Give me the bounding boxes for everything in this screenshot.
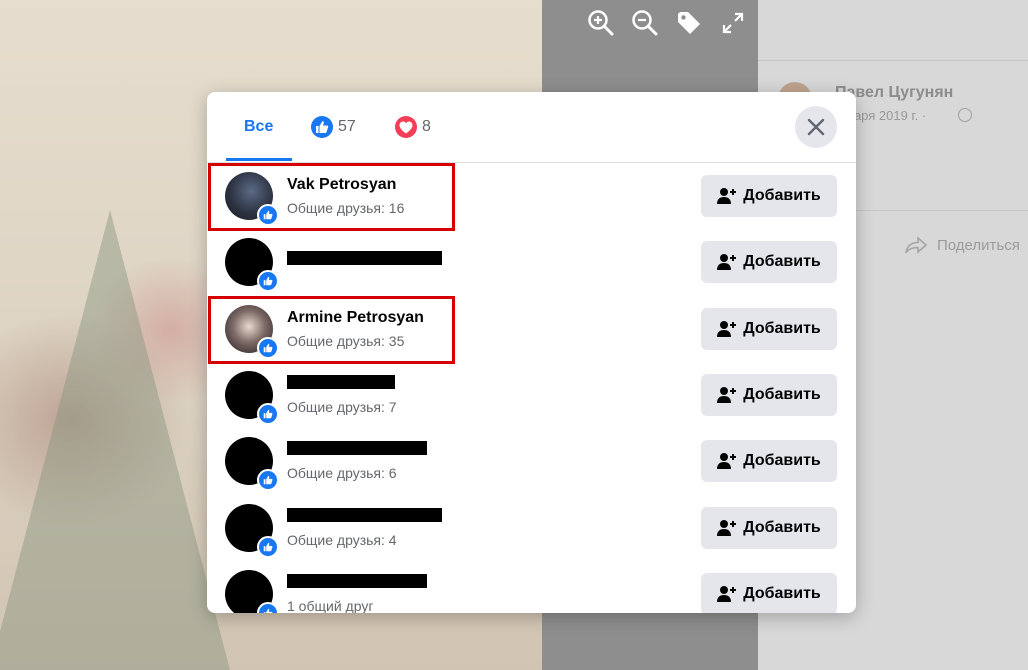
list-item: Добавить (207, 229, 856, 295)
add-friend-icon (717, 520, 737, 536)
active-tab-indicator (226, 158, 292, 161)
add-friend-label: Добавить (743, 320, 821, 337)
like-badge-icon (257, 602, 279, 613)
tab-all[interactable]: Все (244, 114, 273, 140)
add-friend-icon (717, 453, 737, 469)
highlight-box (208, 163, 455, 231)
like-icon (311, 116, 333, 138)
add-friend-button[interactable]: Добавить (701, 308, 837, 350)
like-badge-icon (257, 469, 279, 491)
reaction-tabs: Все 57 8 (207, 92, 856, 163)
list-item: Общие друзья: 7 Добавить (207, 362, 856, 428)
like-badge-icon (257, 270, 279, 292)
redacted-name (287, 375, 395, 389)
add-friend-icon (717, 387, 737, 403)
zoom-out-icon (632, 10, 658, 36)
love-icon (395, 116, 417, 138)
add-friend-button[interactable]: Добавить (701, 440, 837, 482)
close-button[interactable] (795, 106, 837, 148)
tag-icon (678, 12, 700, 34)
add-friend-button[interactable]: Добавить (701, 507, 837, 549)
share-label: Поделиться (937, 236, 1020, 254)
redacted-name (287, 441, 427, 455)
tab-love[interactable]: 8 (395, 114, 431, 140)
globe-icon (958, 108, 972, 122)
mutual-friends[interactable]: 1 общий друг (287, 598, 373, 613)
tab-all-label: Все (244, 118, 274, 135)
add-friend-icon (717, 254, 737, 270)
love-count: 8 (422, 118, 431, 135)
add-friend-label: Добавить (743, 253, 821, 270)
zoom-in-button[interactable] (586, 8, 616, 38)
redacted-name (287, 574, 427, 588)
like-badge-icon (257, 536, 279, 558)
add-friend-label: Добавить (743, 452, 821, 469)
redacted-name (287, 251, 442, 265)
add-friend-button[interactable]: Добавить (701, 175, 837, 217)
reactions-dialog: Все 57 8 Vak Petrosyan Общие друзья: 16 До… (207, 92, 856, 613)
add-friend-icon (717, 321, 737, 337)
tab-like[interactable]: 57 (311, 114, 356, 140)
add-friend-label: Добавить (743, 519, 821, 536)
list-item: Общие друзья: 4 Добавить (207, 495, 856, 561)
add-friend-button[interactable]: Добавить (701, 241, 837, 283)
fullscreen-icon (722, 12, 744, 34)
like-count: 57 (338, 118, 356, 135)
add-friend-icon (717, 586, 737, 602)
share-button[interactable]: Поделиться (905, 236, 1020, 254)
zoom-out-button[interactable] (630, 8, 660, 38)
add-friend-label: Добавить (743, 386, 821, 403)
like-badge-icon (257, 403, 279, 425)
add-friend-label: Добавить (743, 187, 821, 204)
highlight-box (208, 296, 455, 364)
list-item: 1 общий друг Добавить (207, 561, 856, 613)
list-item: Общие друзья: 6 Добавить (207, 428, 856, 494)
mutual-friends[interactable]: Общие друзья: 4 (287, 532, 397, 548)
mutual-friends[interactable]: Общие друзья: 6 (287, 465, 397, 481)
add-friend-button[interactable]: Добавить (701, 374, 837, 416)
reactors-list: Vak Petrosyan Общие друзья: 16 Добавить Доб… (207, 163, 856, 613)
tag-button[interactable] (674, 8, 704, 38)
share-icon (905, 236, 927, 254)
add-friend-icon (717, 188, 737, 204)
zoom-in-icon (588, 10, 614, 36)
fullscreen-button[interactable] (718, 8, 748, 38)
redacted-name (287, 508, 442, 522)
photo-toolbar (586, 8, 748, 38)
mutual-friends[interactable]: Общие друзья: 7 (287, 399, 397, 415)
add-friend-label: Добавить (743, 585, 821, 602)
close-icon (807, 118, 825, 136)
add-friend-button[interactable]: Добавить (701, 573, 837, 613)
